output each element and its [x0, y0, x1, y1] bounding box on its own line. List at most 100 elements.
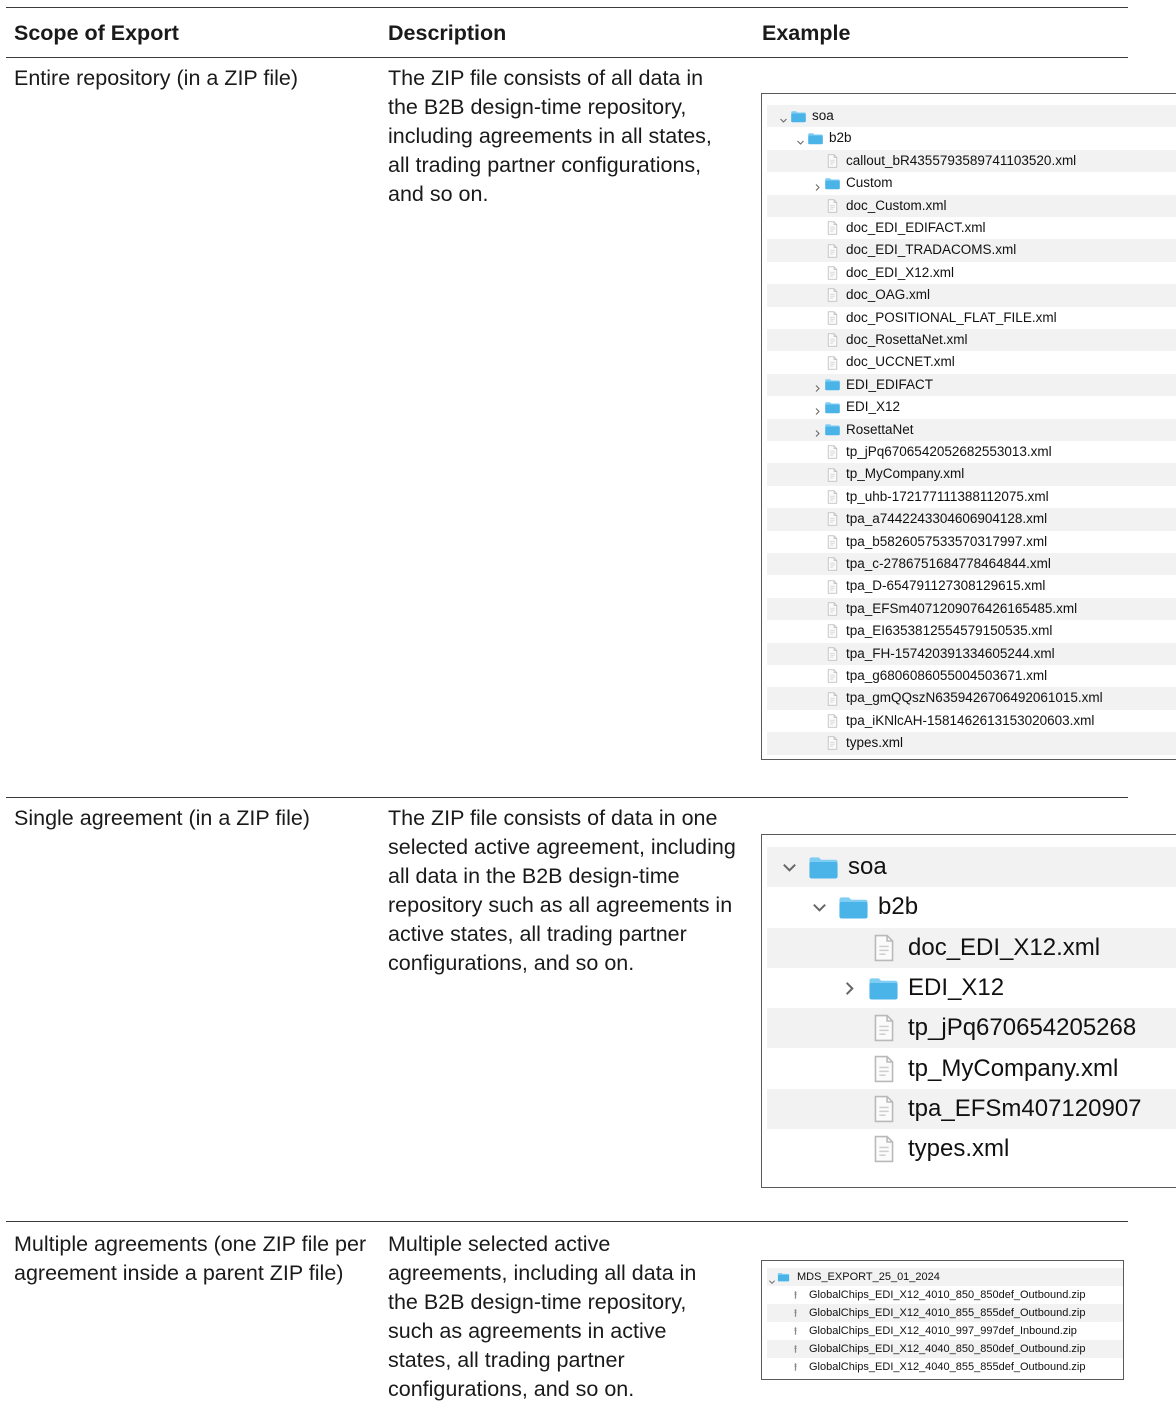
folder-row-b2b[interactable]: b2b — [767, 887, 1176, 927]
file-icon — [873, 1095, 895, 1123]
file-icon — [873, 1135, 895, 1163]
item-label: soa — [812, 108, 834, 123]
file-row-doc-positional-flat-file-xml[interactable]: doc_POSITIONAL_FLAT_FILE.xml — [767, 307, 1176, 329]
row1-scope: Entire repository (in a ZIP file) — [14, 66, 298, 90]
folder-icon — [837, 895, 870, 920]
item-label: tpa_b5826057533570317997.xml — [846, 533, 1048, 549]
file-icon — [827, 288, 838, 302]
folder-row-soa[interactable]: soa — [767, 105, 1176, 128]
file-row-tp-jpq6706542052682553013-xml[interactable]: tp_jPq6706542052682553013.xml — [767, 441, 1176, 463]
item-label: doc_EDI_TRADACOMS.xml — [846, 242, 1017, 258]
file-icon — [827, 602, 838, 616]
row2-scope: Single agreement (in a ZIP file) — [14, 806, 310, 830]
item-label: GlobalChips_EDI_X12_4010_997_997def_Inbo… — [809, 1325, 1077, 1337]
folder-icon — [824, 401, 841, 414]
file-row-doc-edi-edifact-xml[interactable]: doc_EDI_EDIFACT.xml — [767, 217, 1176, 239]
file-row-tpa-d-654791127308129615-xml[interactable]: tpa_D-654791127308129615.xml — [767, 575, 1176, 597]
item-label: tp_MyCompany.xml — [908, 1054, 1119, 1082]
folder-row-edi-x12[interactable]: EDI_X12 — [767, 968, 1176, 1008]
folder-row-mds-export-25-01-2024[interactable]: MDS_EXPORT_25_01_2024 — [767, 1268, 1123, 1286]
file-row-tpa-efsm4071209076426165485-xml[interactable]: tpa_EFSm4071209076426165485.xml — [767, 597, 1176, 621]
folder-icon — [790, 110, 807, 123]
file-row-doc-edi-x12-xml[interactable]: doc_EDI_X12.xml — [767, 927, 1176, 968]
file-row-globalchips-edi-x12-4040-850-850def-outbound-zip[interactable]: GlobalChips_EDI_X12_4040_850_850def_Outb… — [767, 1340, 1123, 1358]
file-row-doc-custom-xml[interactable]: doc_Custom.xml — [767, 194, 1176, 217]
file-row-types-xml[interactable]: types.xml — [767, 1129, 1176, 1169]
folder-row-rosettanet[interactable]: RosettaNet — [767, 418, 1176, 441]
file-icon — [827, 512, 838, 526]
file-row-doc-uccnet-xml[interactable]: doc_UCCNET.xml — [767, 351, 1176, 373]
folder-row-soa[interactable]: soa — [767, 847, 1176, 888]
chevron-down-icon[interactable] — [811, 899, 828, 921]
item-label: GlobalChips_EDI_X12_4010_850_850def_Outb… — [809, 1289, 1086, 1301]
item-label: doc_RosettaNet.xml — [846, 332, 968, 347]
folder-row-custom[interactable]: Custom — [767, 172, 1176, 194]
file-icon — [827, 467, 838, 482]
folder-icon — [807, 855, 840, 880]
file-row-tpa-c-2786751684778464844-xml[interactable]: tpa_c-2786751684778464844.xml — [767, 553, 1176, 576]
folder-row-edi-edifact[interactable]: EDI_EDIFACT — [767, 373, 1176, 397]
file-row-tpa-iknlcah-1581462613153020603-xml[interactable]: tpa_iKNlcAH-1581462613153020603.xml — [767, 710, 1176, 732]
file-icon — [827, 490, 838, 504]
file-row-globalchips-edi-x12-4010-855-855def-outbound-zip[interactable]: GlobalChips_EDI_X12_4010_855_855def_Outb… — [767, 1304, 1123, 1322]
file-row-globalchips-edi-x12-4040-855-855def-outbound-zip[interactable]: GlobalChips_EDI_X12_4040_855_855def_Outb… — [767, 1358, 1123, 1376]
file-icon — [827, 266, 838, 280]
item-label: EDI_EDIFACT — [846, 376, 934, 392]
file-row-tpa-gmqqszn6359426706492061015-xml[interactable]: tpa_gmQQszN6359426706492061015.xml — [767, 687, 1176, 710]
chevron-right-icon[interactable] — [841, 980, 858, 1002]
file-icon — [827, 624, 838, 638]
item-label: tpa_EFSm4071209076426165485.xml — [846, 600, 1078, 616]
item-label: b2b — [878, 893, 919, 921]
file-row-tpa-b5826057533570317997-xml[interactable]: tpa_b5826057533570317997.xml — [767, 531, 1176, 553]
item-label: doc_OAG.xml — [846, 287, 931, 303]
table-top-rule — [6, 7, 1128, 8]
file-icon — [827, 333, 838, 347]
row3-description: Multiple selected active agreements, inc… — [388, 1232, 697, 1401]
zip-file-icon — [793, 1326, 798, 1336]
file-row-globalchips-edi-x12-4010-997-997def-inbound-zip[interactable]: GlobalChips_EDI_X12_4010_997_997def_Inbo… — [767, 1322, 1123, 1340]
file-icon — [873, 1055, 895, 1083]
chevron-down-icon[interactable] — [781, 859, 798, 881]
file-icon — [827, 221, 838, 235]
file-row-tpa-a7442243304606904128-xml[interactable]: tpa_a7442243304606904128.xml — [767, 508, 1176, 531]
file-icon — [827, 535, 838, 549]
item-label: tpa_FH-157420391334605244.xml — [846, 645, 1055, 661]
file-icon — [827, 714, 838, 728]
folder-row-edi-x12[interactable]: EDI_X12 — [767, 396, 1176, 418]
file-row-tp-jpq670654205268[interactable]: tp_jPq670654205268 — [767, 1008, 1176, 1049]
item-label: tpa_gmQQszN6359426706492061015.xml — [846, 690, 1103, 706]
item-label: tp_jPq6706542052682553013.xml — [846, 444, 1052, 459]
row2-description: The ZIP file consists of data in one sel… — [388, 806, 736, 975]
file-row-globalchips-edi-x12-4010-850-850def-outbound-zip[interactable]: GlobalChips_EDI_X12_4010_850_850def_Outb… — [767, 1286, 1123, 1304]
file-row-tpa-ei6353812554579150535-xml[interactable]: tpa_EI6353812554579150535.xml — [767, 620, 1176, 642]
item-label: EDI_X12 — [846, 399, 901, 415]
file-row-tpa-fh-157420391334605244-xml[interactable]: tpa_FH-157420391334605244.xml — [767, 642, 1176, 665]
item-label: doc_EDI_EDIFACT.xml — [846, 220, 986, 235]
item-label: callout_bR4355793589741103520.xml — [846, 152, 1077, 168]
file-row-doc-edi-tradacoms-xml[interactable]: doc_EDI_TRADACOMS.xml — [767, 239, 1176, 262]
folder-row-b2b[interactable]: b2b — [767, 127, 1176, 149]
file-icon — [827, 669, 838, 683]
file-row-tpa-g6806086055004503671-xml[interactable]: tpa_g6806086055004503671.xml — [767, 665, 1176, 687]
file-icon — [827, 647, 838, 661]
item-label: GlobalChips_EDI_X12_4010_855_855def_Outb… — [809, 1307, 1086, 1319]
file-icon — [873, 934, 895, 962]
file-row-doc-edi-x12-xml[interactable]: doc_EDI_X12.xml — [767, 262, 1176, 284]
file-row-tp-mycompany-xml[interactable]: tp_MyCompany.xml — [767, 463, 1176, 486]
file-row-doc-rosettanet-xml[interactable]: doc_RosettaNet.xml — [767, 329, 1176, 352]
item-label: tpa_c-2786751684778464844.xml — [846, 556, 1051, 571]
file-row-tpa-efsm407120907[interactable]: tpa_EFSm407120907 — [767, 1088, 1176, 1130]
finder-tree-single-agreement: soa b2b doc_EDI_X12.xml EDI_X12 tp_jPq670654… — [761, 834, 1176, 1188]
item-label: tpa_g6806086055004503671.xml — [846, 668, 1048, 683]
file-row-doc-oag-xml[interactable]: doc_OAG.xml — [767, 284, 1176, 307]
file-row-tp-mycompany-xml[interactable]: tp_MyCompany.xml — [767, 1049, 1176, 1089]
item-label: soa — [848, 853, 887, 880]
folder-icon — [824, 378, 841, 391]
file-row-types-xml[interactable]: types.xml — [767, 732, 1176, 755]
file-row-callout-br4355793589741103520-xml[interactable]: callout_bR4355793589741103520.xml — [767, 149, 1176, 173]
item-label: doc_EDI_X12.xml — [846, 264, 955, 280]
item-label: tpa_EFSm407120907 — [908, 1094, 1142, 1122]
file-row-tp-uhb-172177111388112075-xml[interactable]: tp_uhb-172177111388112075.xml — [767, 486, 1176, 508]
item-label: EDI_X12 — [908, 973, 1005, 1001]
folder-icon — [807, 132, 824, 145]
